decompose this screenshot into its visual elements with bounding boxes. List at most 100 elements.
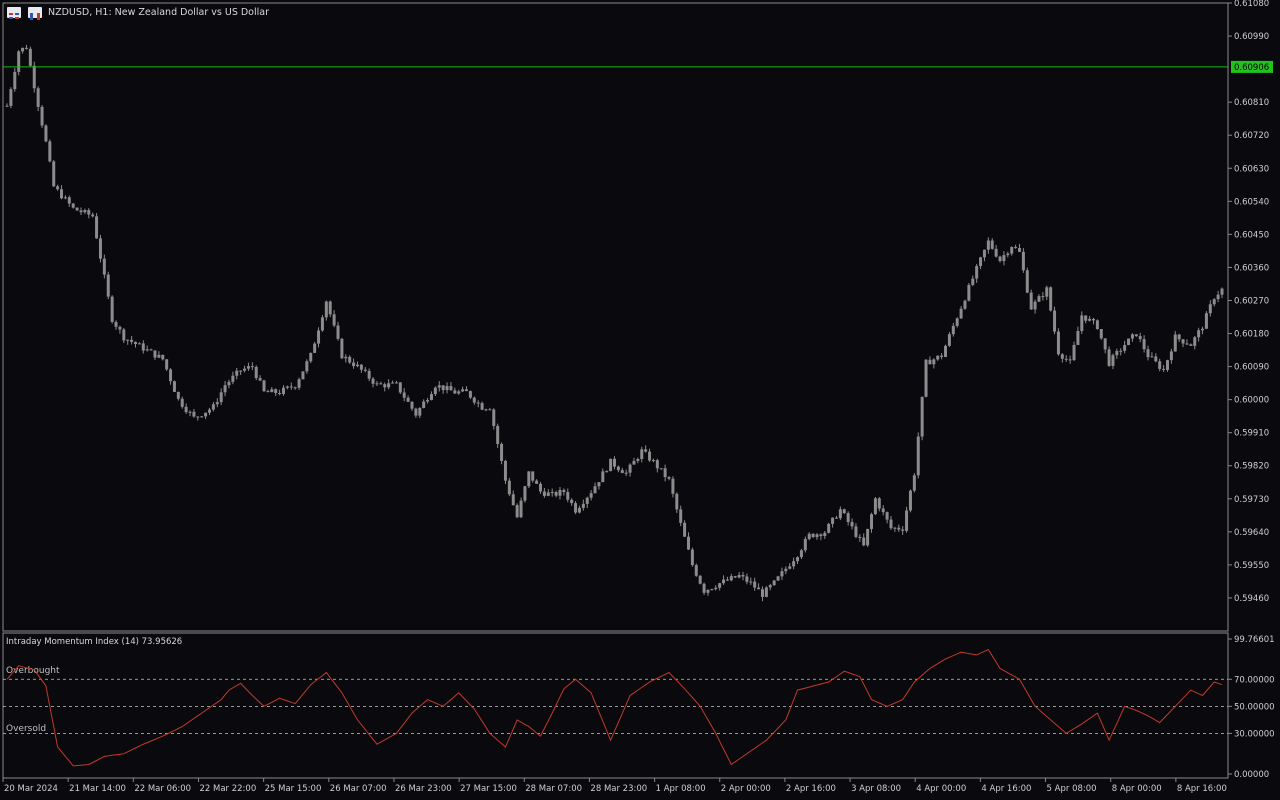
candle-body	[854, 526, 858, 537]
candle-body	[1033, 301, 1037, 310]
candle-body	[753, 581, 757, 588]
price-tick-label: 0.59640	[1234, 528, 1269, 538]
candle-body	[725, 579, 729, 581]
candle-body	[803, 538, 807, 551]
candle-body	[605, 471, 609, 473]
candle-body	[967, 284, 971, 301]
candle-body	[780, 571, 784, 577]
price-tick-label: 0.60720	[1234, 131, 1269, 141]
time-tick-label: 8 Apr 16:00	[1177, 784, 1227, 794]
price-tick-label: 0.60990	[1234, 32, 1269, 42]
candle-body	[180, 398, 184, 407]
candle-body	[79, 210, 83, 213]
candle-body	[955, 318, 959, 326]
candle-body	[422, 401, 426, 408]
candle-body	[531, 471, 535, 481]
candle-body	[134, 341, 138, 345]
candle-body	[122, 329, 126, 341]
candle-body	[1010, 247, 1014, 254]
candle-body	[648, 451, 652, 461]
candle-body	[620, 470, 624, 474]
candle-body	[624, 472, 628, 474]
candle-body	[788, 566, 792, 569]
time-tick-label: 26 Mar 23:00	[395, 784, 452, 794]
candle-body	[468, 391, 472, 398]
price-tick-label: 0.60090	[1234, 363, 1269, 373]
candle-body	[772, 580, 776, 586]
candle-body	[324, 301, 328, 318]
candle-body	[877, 498, 881, 509]
candle-body	[211, 404, 215, 410]
candle-body	[523, 486, 527, 501]
candle-body	[873, 498, 877, 515]
candle-body	[352, 362, 356, 367]
time-tick-label: 2 Apr 00:00	[721, 784, 771, 794]
candle-body	[40, 106, 44, 126]
time-tick-label: 4 Apr 16:00	[981, 784, 1031, 794]
candle-body	[1185, 343, 1189, 345]
price-tick-label: 0.59550	[1234, 561, 1269, 571]
candle-body	[928, 359, 932, 365]
candle-body	[414, 408, 418, 416]
candle-body	[920, 396, 924, 437]
candle-body	[885, 512, 889, 520]
candle-body	[741, 575, 745, 577]
candle-body	[1002, 255, 1006, 262]
candle-body	[433, 387, 437, 395]
candle-body	[912, 475, 916, 491]
candle-body	[589, 493, 593, 498]
candle-body	[1041, 296, 1045, 298]
candle-body	[1068, 359, 1072, 361]
candle-body	[714, 587, 718, 590]
candle-body	[784, 568, 788, 572]
candle-body	[834, 517, 838, 519]
time-tick-label: 20 Mar 2024	[4, 784, 58, 794]
candle-body	[776, 576, 780, 581]
candle-body	[947, 334, 951, 346]
candle-body	[44, 125, 48, 142]
candle-body	[1045, 287, 1049, 297]
candle-body	[348, 356, 352, 363]
candle-body	[196, 416, 200, 418]
candle-body	[554, 492, 558, 496]
candle-body	[951, 325, 955, 335]
candle-body	[270, 389, 274, 393]
candle-body	[1162, 368, 1166, 370]
candle-body	[940, 355, 944, 357]
time-tick-label: 8 Apr 00:00	[1112, 784, 1162, 794]
time-tick-label: 5 Apr 08:00	[1047, 784, 1097, 794]
candle-body	[391, 382, 395, 384]
candle-body	[28, 48, 32, 66]
candle-body	[706, 589, 710, 593]
candle-body	[1216, 294, 1220, 300]
indicator-pane-frame	[2, 632, 1229, 779]
candle-body	[1084, 315, 1088, 321]
candle-body	[274, 389, 278, 394]
candle-body	[546, 492, 550, 496]
candle-body	[157, 354, 161, 358]
candle-body	[944, 345, 948, 357]
candle-body	[453, 390, 457, 394]
candle-body	[1154, 356, 1158, 362]
candle-body	[655, 460, 659, 469]
candle-body	[1018, 248, 1021, 252]
candle-body	[908, 490, 912, 511]
chart-canvas[interactable]: 0.61080 0.60990 0.60810 0.60720 0.60630 0.605…	[0, 0, 1280, 800]
candle-body	[963, 300, 967, 309]
candle-body	[153, 350, 157, 358]
imi-line	[6, 648, 1223, 767]
candle-body	[344, 356, 348, 359]
candle-body	[1029, 292, 1033, 310]
candle-body	[320, 317, 324, 331]
candles-group	[5, 44, 1224, 602]
indicator-tick-label: 50.00000	[1234, 702, 1275, 712]
candle-body	[1146, 349, 1150, 358]
candle-body	[126, 339, 130, 341]
candle-body	[500, 443, 504, 461]
candle-body	[507, 480, 511, 495]
candle-body	[850, 521, 854, 527]
candle-body	[511, 494, 515, 506]
candle-body	[371, 378, 375, 384]
candle-body	[418, 407, 422, 416]
candle-body	[1107, 349, 1111, 366]
